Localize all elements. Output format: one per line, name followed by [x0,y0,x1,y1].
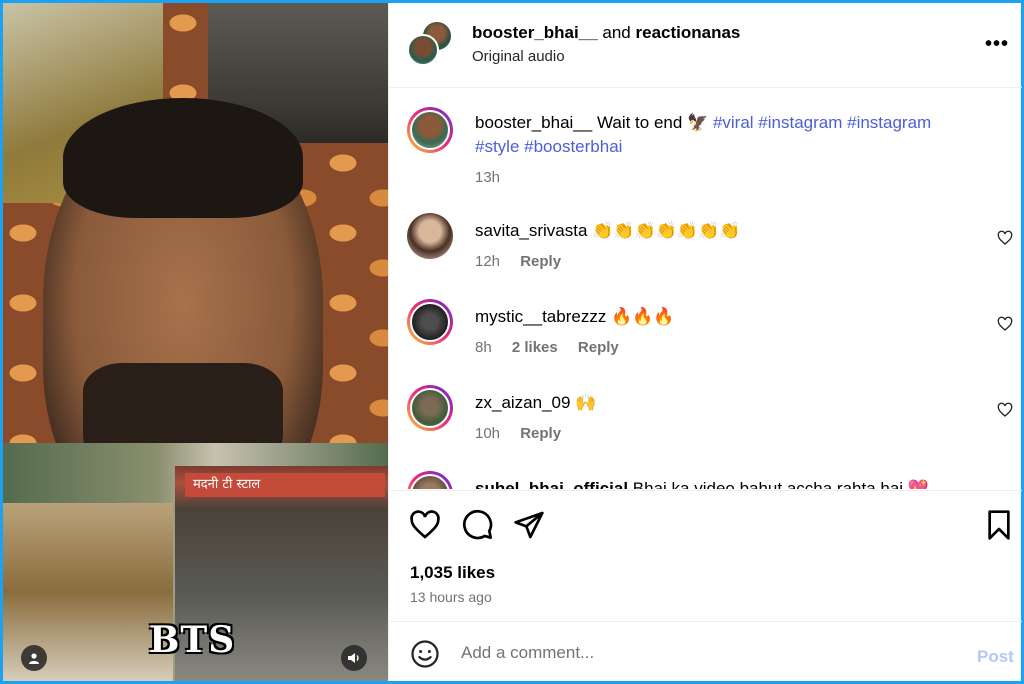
bts-label: BTS [149,619,236,661]
shop-sign: मदनी टी स्टाल [185,473,385,497]
avatar [407,34,439,66]
caption-text: booster_bhai__ Wait to end 🦅 #viral #ins… [475,111,975,159]
comment-message: 🔥🔥🔥 [611,307,675,326]
comment-time: 12h [475,253,501,270]
person-icon [29,653,39,664]
collab-avatars[interactable] [407,20,453,66]
like-comment-heart-icon[interactable] [997,316,1013,332]
comment-username[interactable]: suhel_bhai_official [475,479,628,489]
caption-hashtags-2[interactable]: #style #boosterbhai [475,137,622,156]
collaborator-username[interactable]: reactionanas [636,23,741,42]
reply-button[interactable]: Reply [520,253,561,270]
comment-text: mystic__tabrezzz 🔥🔥🔥 [475,305,975,329]
comment-message: Bhai ka video bahut accha rahta hai 💖 [632,479,929,489]
comment-username[interactable]: savita_srivasta [475,221,587,240]
comment-time: 8h [475,339,492,356]
post-media[interactable]: मदनी टी स्टाल BTS [3,3,388,681]
tagged-users-button[interactable] [21,645,47,671]
commenter-avatar[interactable] [407,213,453,259]
post-comment-button[interactable]: Post [977,647,1014,667]
comment-likes[interactable]: 2 likes [512,339,558,356]
comment-username[interactable]: zx_aizan_09 [475,393,570,412]
caption-time: 13h [475,169,501,186]
comment-meta: 8h 2 likes Reply [475,339,635,356]
comment-meta: 10h Reply [475,425,577,442]
reply-button[interactable]: Reply [578,339,619,356]
reply-button[interactable]: Reply [520,425,561,442]
post-actions: 1,035 likes 13 hours ago [389,490,1022,620]
post-timestamp[interactable]: 13 hours ago [410,589,492,605]
audio-label[interactable]: Original audio [472,48,565,65]
comment-time: 10h [475,425,501,442]
post-sidebar: booster_bhai__ and reactionanas Original… [388,3,1022,681]
collab-names: booster_bhai__ and reactionanas [472,23,740,43]
caption-meta: 13h [475,169,516,186]
comment-input[interactable] [461,640,941,666]
comment-text: zx_aizan_09 🙌 [475,391,975,415]
comments-list[interactable]: booster_bhai__ Wait to end 🦅 #viral #ins… [389,89,1022,489]
caption-message: Wait to end [596,113,683,132]
like-comment-heart-icon[interactable] [997,230,1013,246]
caption-emoji: 🦅 [687,113,709,132]
commenter-avatar[interactable] [407,471,453,489]
caption-avatar[interactable] [407,107,453,153]
share-paper-plane-icon[interactable] [513,509,545,541]
comment-text: suhel_bhai_official Bhai ka video bahut … [475,477,975,489]
comment-message: 👏👏👏👏👏👏👏 [592,221,741,240]
comment-bubble-icon[interactable] [462,509,494,541]
more-options-button[interactable]: ••• [985,33,1009,56]
comment-message: 🙌 [575,393,597,412]
author-username[interactable]: booster_bhai__ [472,23,598,42]
commenter-avatar[interactable] [407,299,453,345]
creator-hair [63,98,303,218]
like-comment-heart-icon[interactable] [997,402,1013,418]
emoji-icon[interactable] [410,639,440,669]
post-header: booster_bhai__ and reactionanas Original… [389,3,1022,88]
comment-text: savita_srivasta 👏👏👏👏👏👏👏 [475,219,975,243]
speaker-icon [348,653,359,663]
comment-username[interactable]: mystic__tabrezzz [475,307,606,326]
like-heart-icon[interactable] [409,509,441,541]
likes-count[interactable]: 1,035 likes [410,563,495,583]
comment-composer: Post [389,621,1022,681]
and-text: and [602,23,631,42]
save-bookmark-icon[interactable] [983,509,1015,541]
comment-meta: 12h Reply [475,253,577,270]
caption-hashtags[interactable]: #viral #instagram #instagram [713,113,931,132]
audio-toggle-button[interactable] [341,645,367,671]
caption-username[interactable]: booster_bhai__ [475,113,592,132]
commenter-avatar[interactable] [407,385,453,431]
